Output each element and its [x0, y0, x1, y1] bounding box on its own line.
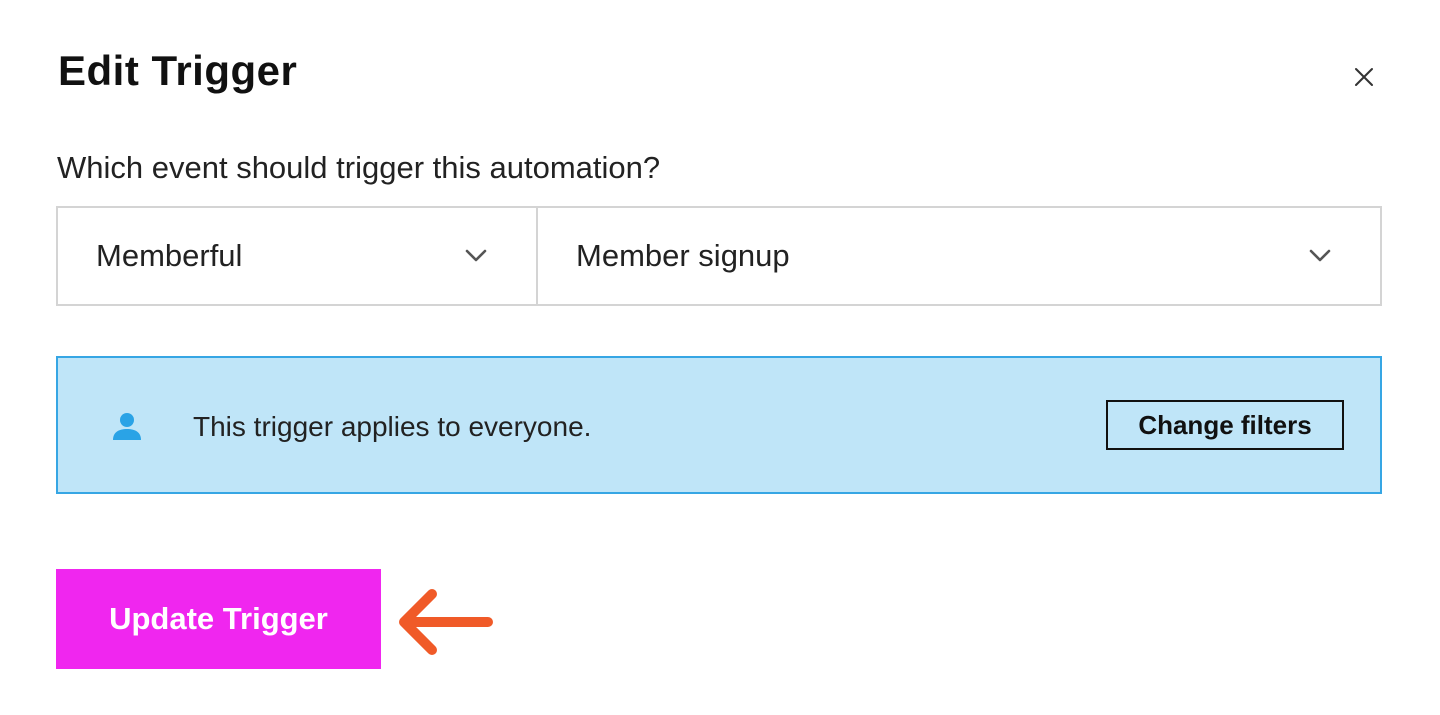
source-select[interactable]: Memberful	[56, 206, 538, 306]
close-button[interactable]	[1344, 57, 1384, 97]
event-select-value: Member signup	[576, 238, 790, 273]
update-trigger-button[interactable]: Update Trigger	[56, 569, 381, 669]
person-icon	[113, 413, 141, 440]
change-filters-button[interactable]: Change filters	[1106, 400, 1344, 450]
trigger-select-row: Memberful Member signup	[56, 206, 1382, 306]
event-select[interactable]: Member signup	[536, 206, 1382, 306]
filter-banner-text: This trigger applies to everyone.	[193, 411, 592, 442]
arrow-left-icon	[399, 589, 493, 655]
chevron-down-icon	[464, 244, 488, 268]
modal-title: Edit Trigger	[58, 47, 298, 94]
source-select-value: Memberful	[96, 238, 243, 273]
trigger-question: Which event should trigger this automati…	[57, 150, 661, 185]
close-icon	[1355, 68, 1373, 86]
chevron-down-icon	[1308, 244, 1332, 268]
